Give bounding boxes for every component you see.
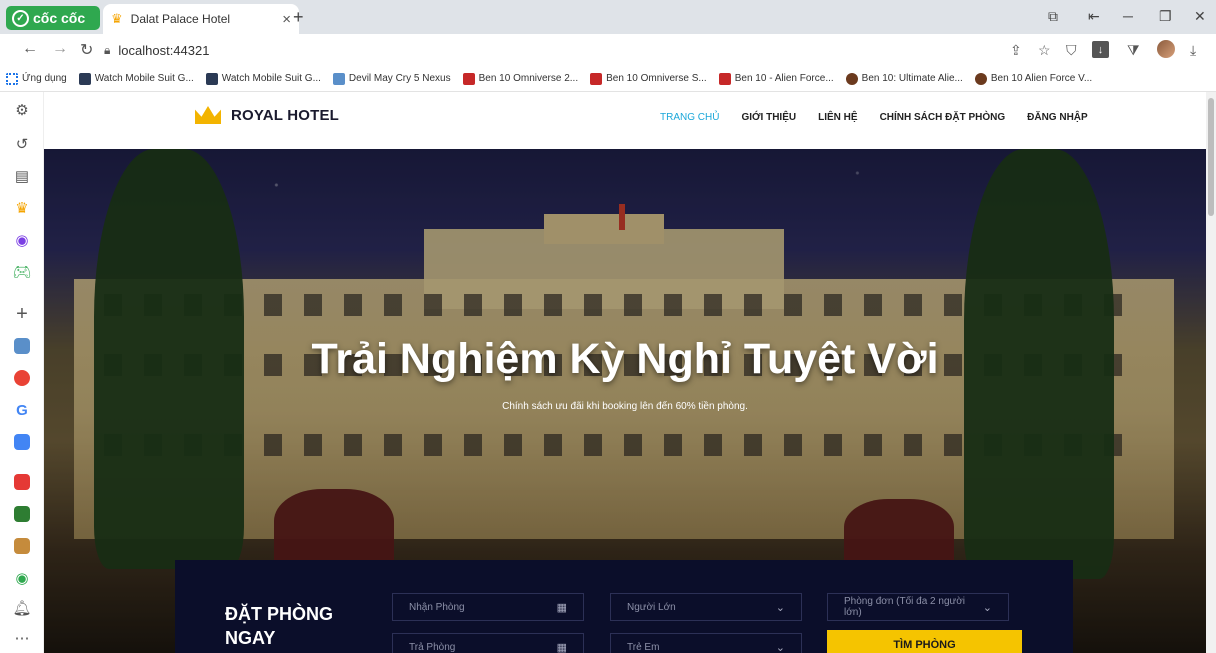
nav-about[interactable]: GIỚI THIỆU [741, 112, 796, 123]
share-icon[interactable]: ⇪ [1010, 42, 1022, 59]
page-scrollbar[interactable] [1206, 92, 1216, 653]
ben10-icon [718, 72, 731, 85]
site-header: ROYAL HOTEL TRANG CHỦ GIỚI THIỆU LIÊN HỆ… [44, 92, 1206, 149]
hero-banner: Trải Nghiệm Kỳ Nghỉ Tuyệt Vời Chính sách… [44, 149, 1206, 653]
calendar-icon: ▦ [556, 601, 567, 614]
calendar-icon: ▦ [556, 641, 567, 653]
bookmark-item[interactable]: Watch Mobile Suit G... [78, 72, 194, 85]
main-nav: TRANG CHỦ GIỚI THIỆU LIÊN HỆ CHÍNH SÁCH … [660, 112, 1088, 123]
address-bar: ← → ↻ 🔒︎ localhost:44321 ⇪ ☆ ⛉ ⧩ ⤓ [0, 34, 1216, 66]
chevron-down-icon: ⌄ [775, 601, 785, 614]
crown-logo-icon [195, 106, 221, 124]
crown-favicon-icon: ♛ [111, 11, 123, 26]
messenger-icon[interactable]: ◉ [12, 230, 32, 250]
bookmark-item[interactable]: Ben 10 Omniverse S... [590, 72, 707, 85]
bookmark-item[interactable]: Ben 10 Alien Force V... [974, 72, 1092, 85]
nexus-sidebar-icon[interactable] [12, 336, 32, 356]
apps-grid-icon [6, 72, 18, 85]
site-logo[interactable]: ROYAL HOTEL [195, 106, 339, 124]
ben10-icon [590, 72, 603, 85]
extensions-icon[interactable]: ⧩ [1127, 42, 1140, 59]
download-manager-icon[interactable]: ↓ [1092, 41, 1109, 58]
nav-home[interactable]: TRANG CHỦ [660, 112, 719, 123]
chevron-down-icon: ⌄ [775, 641, 785, 653]
browser-tab-strip: ✓ cốc cốc ♛ Dalat Palace Hotel × + ⧉ ⇤ ─… [0, 0, 1216, 34]
bookmark-item[interactable]: Ben 10 Omniverse 2... [462, 72, 578, 85]
close-window-icon[interactable]: ✕ [1194, 8, 1206, 25]
bookmarks-bar: Ứng dụng Watch Mobile Suit G... Watch Mo… [0, 66, 1216, 92]
hero-subtitle: Chính sách ưu đãi khi booking lên đến 60… [502, 401, 748, 412]
google-icon[interactable]: G [12, 400, 32, 420]
nav-contact[interactable]: LIÊN HỆ [818, 112, 857, 123]
bookmark-item[interactable]: Ben 10: Ultimate Alie... [845, 72, 963, 85]
history-back-icon[interactable]: ⇤ [1088, 8, 1100, 25]
scroll-thumb[interactable] [1208, 98, 1214, 216]
more-icon[interactable]: ⋯ [12, 628, 32, 648]
ben10-badge-icon [974, 72, 987, 85]
booking-title: ĐẶT PHÒNG NGAY [225, 604, 333, 648]
url-field[interactable]: 🔒︎ localhost:44321 [104, 38, 1004, 62]
room-type-select[interactable]: Phòng đơn (Tối đa 2 người lớn) ⌄ [827, 593, 1009, 621]
hero-title: Trải Nghiệm Kỳ Nghỉ Tuyệt Vời [311, 335, 939, 383]
reload-icon[interactable]: ↻ [80, 40, 93, 60]
notification-bell-icon[interactable]: 🔔︎ [12, 598, 32, 618]
chrome-icon[interactable] [12, 368, 32, 388]
ben10-icon [462, 72, 475, 85]
game-controller-icon[interactable]: 🎮︎ [12, 262, 32, 282]
shield-icon[interactable]: ⛉ [1066, 42, 1077, 59]
adults-select[interactable]: Người Lớn ⌄ [610, 593, 802, 621]
gundam-icon [78, 72, 91, 85]
history-icon[interactable]: ↺ [12, 134, 32, 154]
brand-name: cốc cốc [33, 10, 86, 26]
bookmark-star-icon[interactable]: ☆ [1038, 42, 1051, 59]
nexus-icon [332, 72, 345, 85]
nav-booking-policy[interactable]: CHÍNH SÁCH ĐẶT PHÒNG [880, 112, 1006, 123]
add-sidebar-icon[interactable]: + [12, 303, 32, 325]
settings-gear-icon[interactable]: ⚙ [12, 100, 32, 120]
close-tab-icon[interactable]: × [282, 11, 291, 28]
profile-avatar[interactable] [1157, 40, 1175, 58]
logo-text: ROYAL HOTEL [231, 106, 340, 124]
map-icon[interactable]: ◉ [12, 568, 32, 588]
ben10-badge-icon [845, 72, 858, 85]
coccoc-logo-icon: ✓ [12, 9, 29, 27]
booking-form: ĐẶT PHÒNG NGAY Nhận Phòng ▦ Trả Phòng ▦ … [175, 560, 1073, 653]
browser-tab[interactable]: ♛ Dalat Palace Hotel × [103, 4, 299, 34]
gundam-icon [205, 72, 218, 85]
back-arrow-icon[interactable]: ← [22, 40, 38, 58]
bookmark-item[interactable]: Devil May Cry 5 Nexus [332, 72, 451, 85]
forward-arrow-icon[interactable]: → [52, 40, 68, 58]
coccoc-menu-button[interactable]: ✓ cốc cốc [6, 6, 100, 30]
discount-icon[interactable] [12, 504, 32, 524]
tab-search-icon[interactable]: ⧉ [1048, 8, 1058, 25]
reading-list-icon[interactable]: ▤ [12, 166, 32, 186]
checkout-field[interactable]: Trả Phòng ▦ [392, 633, 584, 653]
url-text: localhost:44321 [118, 42, 210, 58]
browser-sidebar: ⚙ ↺ ▤ ♛ ◉ 🎮︎ + G ◉ 🔔︎ ⋯ [0, 92, 44, 653]
shopping-deal-icon[interactable] [12, 472, 32, 492]
bookmark-item[interactable]: Ben 10 - Alien Force... [718, 72, 834, 85]
lock-icon: 🔒︎ [104, 42, 111, 57]
crown-icon[interactable]: ♛ [12, 198, 32, 218]
chevron-down-icon: ⌄ [982, 601, 992, 614]
tab-title: Dalat Palace Hotel [130, 12, 231, 26]
bookmark-apps[interactable]: Ứng dụng [6, 72, 67, 85]
bookmark-item[interactable]: Watch Mobile Suit G... [205, 72, 321, 85]
new-tab-icon[interactable]: + [293, 7, 304, 28]
game-icon[interactable] [12, 536, 32, 556]
download-helper-icon[interactable] [12, 432, 32, 452]
checkin-field[interactable]: Nhận Phòng ▦ [392, 593, 584, 621]
minimize-icon[interactable]: ─ [1123, 8, 1133, 24]
restore-icon[interactable]: ❐ [1159, 8, 1172, 25]
search-rooms-button[interactable]: TÌM PHÒNG [827, 630, 1022, 653]
nav-login[interactable]: ĐĂNG NHẬP [1027, 112, 1088, 123]
downloads-icon[interactable]: ⤓ [1190, 42, 1196, 59]
children-select[interactable]: Trẻ Em ⌄ [610, 633, 802, 653]
